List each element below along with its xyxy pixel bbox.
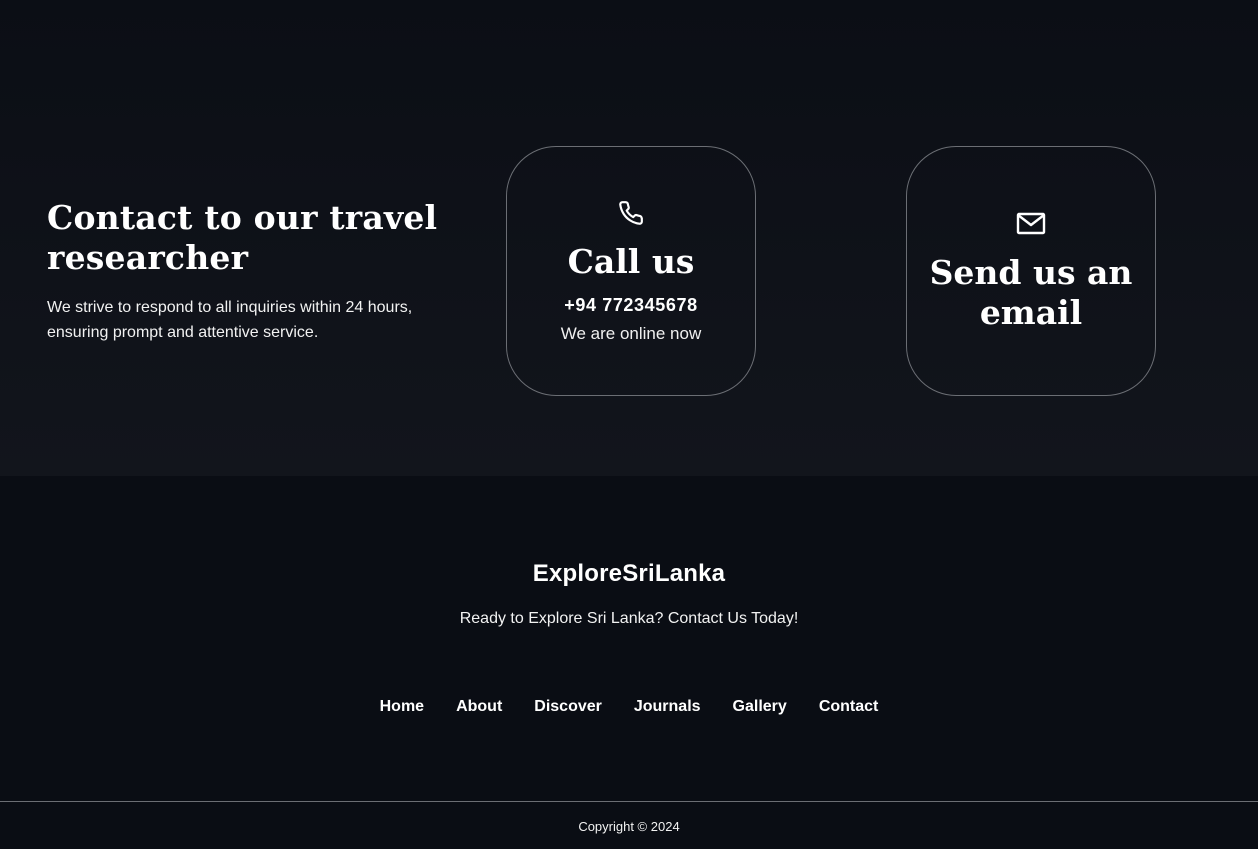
- nav-link-about[interactable]: About: [456, 698, 502, 716]
- footer-tagline: Ready to Explore Sri Lanka? Contact Us T…: [459, 610, 799, 627]
- copyright-text: Copyright © 2024: [578, 819, 680, 834]
- contact-intro: Contact to our travel researcher We stri…: [47, 198, 447, 345]
- nav-link-gallery[interactable]: Gallery: [733, 698, 787, 716]
- footer-brand[interactable]: ExploreSriLanka: [0, 560, 1258, 588]
- online-status: We are online now: [560, 324, 702, 343]
- nav-link-contact[interactable]: Contact: [819, 698, 879, 716]
- phone-icon: [616, 198, 646, 228]
- nav-link-home[interactable]: Home: [380, 698, 424, 716]
- footer-divider: [0, 801, 1258, 802]
- phone-number[interactable]: +94 772345678: [564, 295, 697, 316]
- contact-description: We strive to respond to all inquiries wi…: [47, 299, 413, 341]
- contact-section: Contact to our travel researcher We stri…: [0, 0, 1258, 476]
- email-us-card[interactable]: Send us an email: [906, 146, 1156, 396]
- nav-link-journals[interactable]: Journals: [634, 698, 701, 716]
- nav-link-discover[interactable]: Discover: [534, 698, 602, 716]
- email-us-title: Send us an email: [929, 253, 1133, 332]
- call-us-card[interactable]: Call us +94 772345678 We are online now: [506, 146, 756, 396]
- footer-nav: Home About Discover Journals Gallery Con…: [0, 698, 1258, 716]
- call-us-title: Call us: [567, 242, 695, 281]
- footer: ExploreSriLanka Ready to Explore Sri Lan…: [0, 476, 1258, 849]
- contact-heading: Contact to our travel researcher: [47, 198, 438, 277]
- mail-icon: [1016, 209, 1046, 239]
